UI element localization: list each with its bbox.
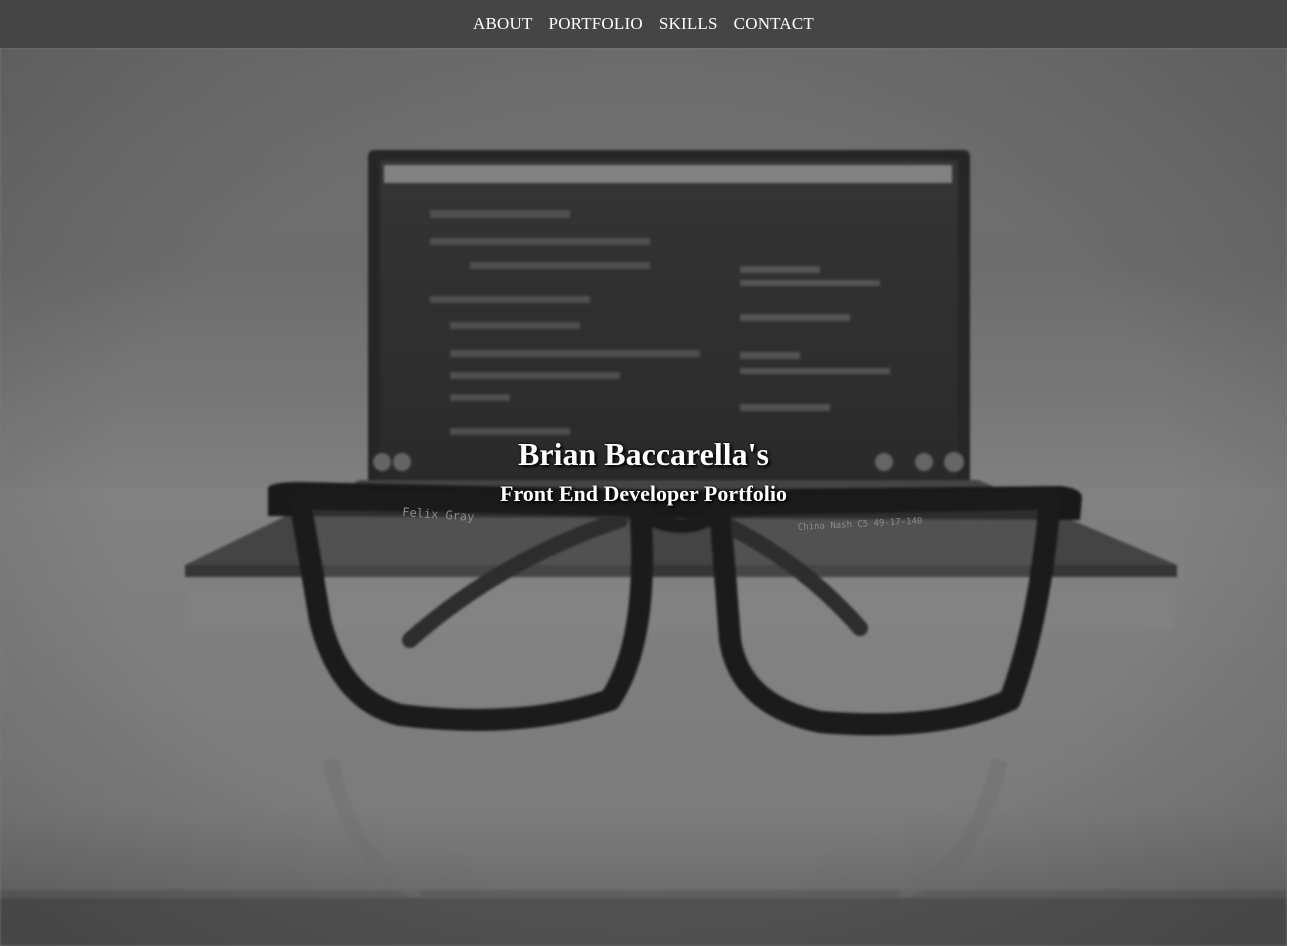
glasses-arm-text: China Nash C5 49-17-140: [798, 516, 923, 533]
nav-list: ABOUT PORTFOLIO SKILLS CONTACT: [473, 14, 814, 34]
hero-subtitle: Front End Developer Portfolio: [500, 481, 787, 506]
nav-item-portfolio: PORTFOLIO: [549, 14, 643, 34]
hero-section: Felix Gray China Nash C5 49-17-140 Brian…: [0, 48, 1287, 946]
hero-title: Brian Baccarella's: [518, 436, 769, 472]
top-navbar: ABOUT PORTFOLIO SKILLS CONTACT: [0, 0, 1287, 48]
portfolio-page: ABOUT PORTFOLIO SKILLS CONTACT Felix Gra…: [0, 0, 1290, 946]
glasses-brand-text: Felix Gray: [402, 505, 475, 524]
nav-item-about: ABOUT: [473, 14, 533, 34]
nav-link-contact[interactable]: CONTACT: [734, 14, 814, 33]
nav-link-skills[interactable]: SKILLS: [659, 14, 718, 33]
nav-item-contact: CONTACT: [734, 14, 814, 34]
nav-link-portfolio[interactable]: PORTFOLIO: [549, 14, 643, 33]
nav-link-about[interactable]: ABOUT: [473, 14, 533, 33]
nav-item-skills: SKILLS: [659, 14, 718, 34]
